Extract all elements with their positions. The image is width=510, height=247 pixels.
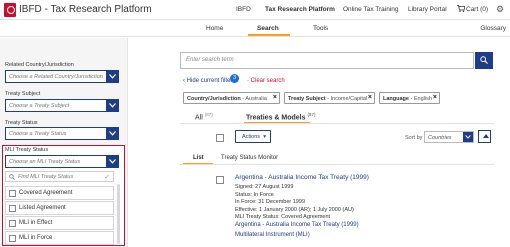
mli-option-covered-agreement[interactable]: Covered Agreement	[5, 186, 114, 200]
checkbox[interactable]	[9, 220, 16, 227]
subnav-home[interactable]: Home	[206, 25, 223, 32]
mli-option-listed-agreement[interactable]: Listed Agreement	[5, 201, 114, 215]
sort-direction-button[interactable]	[478, 130, 491, 143]
checkbox[interactable]	[9, 190, 16, 197]
treaty-status-select[interactable]: Choose a Treaty Status	[5, 127, 119, 140]
result-effective: Effective: 1 January 2000 (AR); 1 July 2…	[235, 207, 354, 213]
result-status: Status: In Force	[235, 192, 274, 198]
mli-status-select[interactable]: Choose an MLI Treaty Status	[5, 155, 119, 168]
result-mli-link[interactable]: Multilateral Instrument (MLI)	[235, 232, 310, 238]
subnav-tools[interactable]: Tools	[313, 25, 328, 32]
filter-count-badge: 3	[230, 74, 239, 83]
mli-status-label: MLI Treaty Status	[5, 147, 49, 153]
close-icon[interactable]: ×	[368, 94, 372, 101]
nav-ibfd[interactable]: IBFD	[236, 6, 251, 13]
view-tab-treaty-status-monitor[interactable]: Treaty Status Monitor	[221, 155, 278, 161]
tab-all[interactable]: All (87)	[195, 112, 213, 121]
search-input[interactable]: Enter search term	[180, 52, 474, 69]
cart-icon[interactable]	[457, 5, 465, 12]
clear-search-link[interactable]: · Clear search	[247, 78, 285, 84]
ibfd-logo-icon[interactable]	[4, 3, 16, 17]
chevron-down-icon[interactable]	[106, 99, 119, 112]
chevron-down-icon: ▾	[263, 134, 266, 140]
chevron-down-icon[interactable]	[106, 70, 119, 83]
search-icon	[480, 56, 488, 64]
close-icon[interactable]: ×	[433, 94, 437, 101]
treaty-status-label: Treaty Status	[5, 120, 38, 126]
actions-button[interactable]: Actions ▾	[235, 130, 271, 143]
tab-treaties-models[interactable]: Treaties & Models (87)	[246, 112, 316, 121]
top-bar: IBFD - Tax Research Platform IBFD Tax Re…	[0, 0, 510, 20]
select-all-checkbox[interactable]	[216, 134, 224, 142]
related-country-label: Related Country/Jurisdiction	[5, 62, 74, 68]
result-signed: Signed: 27 August 1999	[235, 184, 294, 190]
filter-chip-country: Country/Jurisdiction - Australia ×	[183, 92, 280, 104]
mli-option-mli-in-effect[interactable]: MLI in Effect	[5, 216, 114, 230]
treaty-subject-label: Treaty Subject	[5, 91, 41, 97]
nav-library-portal[interactable]: Library Portal	[408, 6, 447, 13]
related-country-select[interactable]: Choose a Related Country/Jurisdiction	[5, 70, 119, 83]
sub-navigation: Home Search Tools Glossary	[0, 20, 510, 37]
sort-by-label: Sort by	[405, 135, 423, 141]
chevron-down-icon[interactable]	[106, 127, 119, 140]
app-title: IBFD - Tax Research Platform	[19, 4, 152, 15]
active-subnav-indicator	[248, 34, 290, 36]
search-button[interactable]	[475, 52, 493, 69]
nav-tax-research-platform[interactable]: Tax Research Platform	[265, 6, 335, 13]
cart-link[interactable]: Cart (0)	[466, 6, 488, 13]
close-icon[interactable]: ✓	[104, 173, 110, 181]
sort-select[interactable]: Countries	[424, 131, 474, 143]
chevron-down-icon[interactable]	[463, 132, 473, 142]
dropdown-scrollbar[interactable]	[117, 184, 120, 244]
search-icon	[9, 174, 15, 180]
view-tab-list[interactable]: List	[193, 155, 204, 161]
chevron-down-icon[interactable]	[106, 155, 119, 168]
mli-status-search-input[interactable]: Find MLI Treaty Status ✓	[5, 171, 114, 182]
tabs-divider	[180, 123, 494, 124]
gear-icon[interactable]: ⚙	[496, 4, 504, 15]
subnav-search[interactable]: Search	[257, 25, 279, 32]
hide-filters-link[interactable]: ‹ Hide current filters	[183, 78, 235, 84]
result-related-link[interactable]: Argentina - Australia Income Tax Treaty …	[235, 222, 359, 228]
result-title-link[interactable]: Argentina - Australia Income Tax Treaty …	[235, 174, 369, 181]
result-mli-status: MLI Treaty Status: Covered Agreement	[235, 214, 331, 220]
filter-chip-treaty-subject: Treaty Subject - Income/Capital ×	[284, 92, 375, 104]
view-divider	[180, 164, 494, 165]
result-in-force: In Force: 31 December 1999	[235, 199, 306, 205]
mli-option-mli-in-force[interactable]: MLI in Force	[5, 231, 114, 245]
checkbox[interactable]	[9, 205, 16, 212]
nav-online-tax-training[interactable]: Online Tax Training	[343, 6, 399, 13]
checkbox[interactable]	[9, 235, 16, 242]
filter-chip-language: Language - English ×	[379, 92, 440, 104]
glossary-link[interactable]: Glossary	[480, 25, 506, 32]
close-icon[interactable]: ×	[273, 94, 277, 101]
treaty-subject-select[interactable]: Choose a Treaty Subject	[5, 99, 119, 112]
result-checkbox[interactable]	[216, 176, 224, 184]
